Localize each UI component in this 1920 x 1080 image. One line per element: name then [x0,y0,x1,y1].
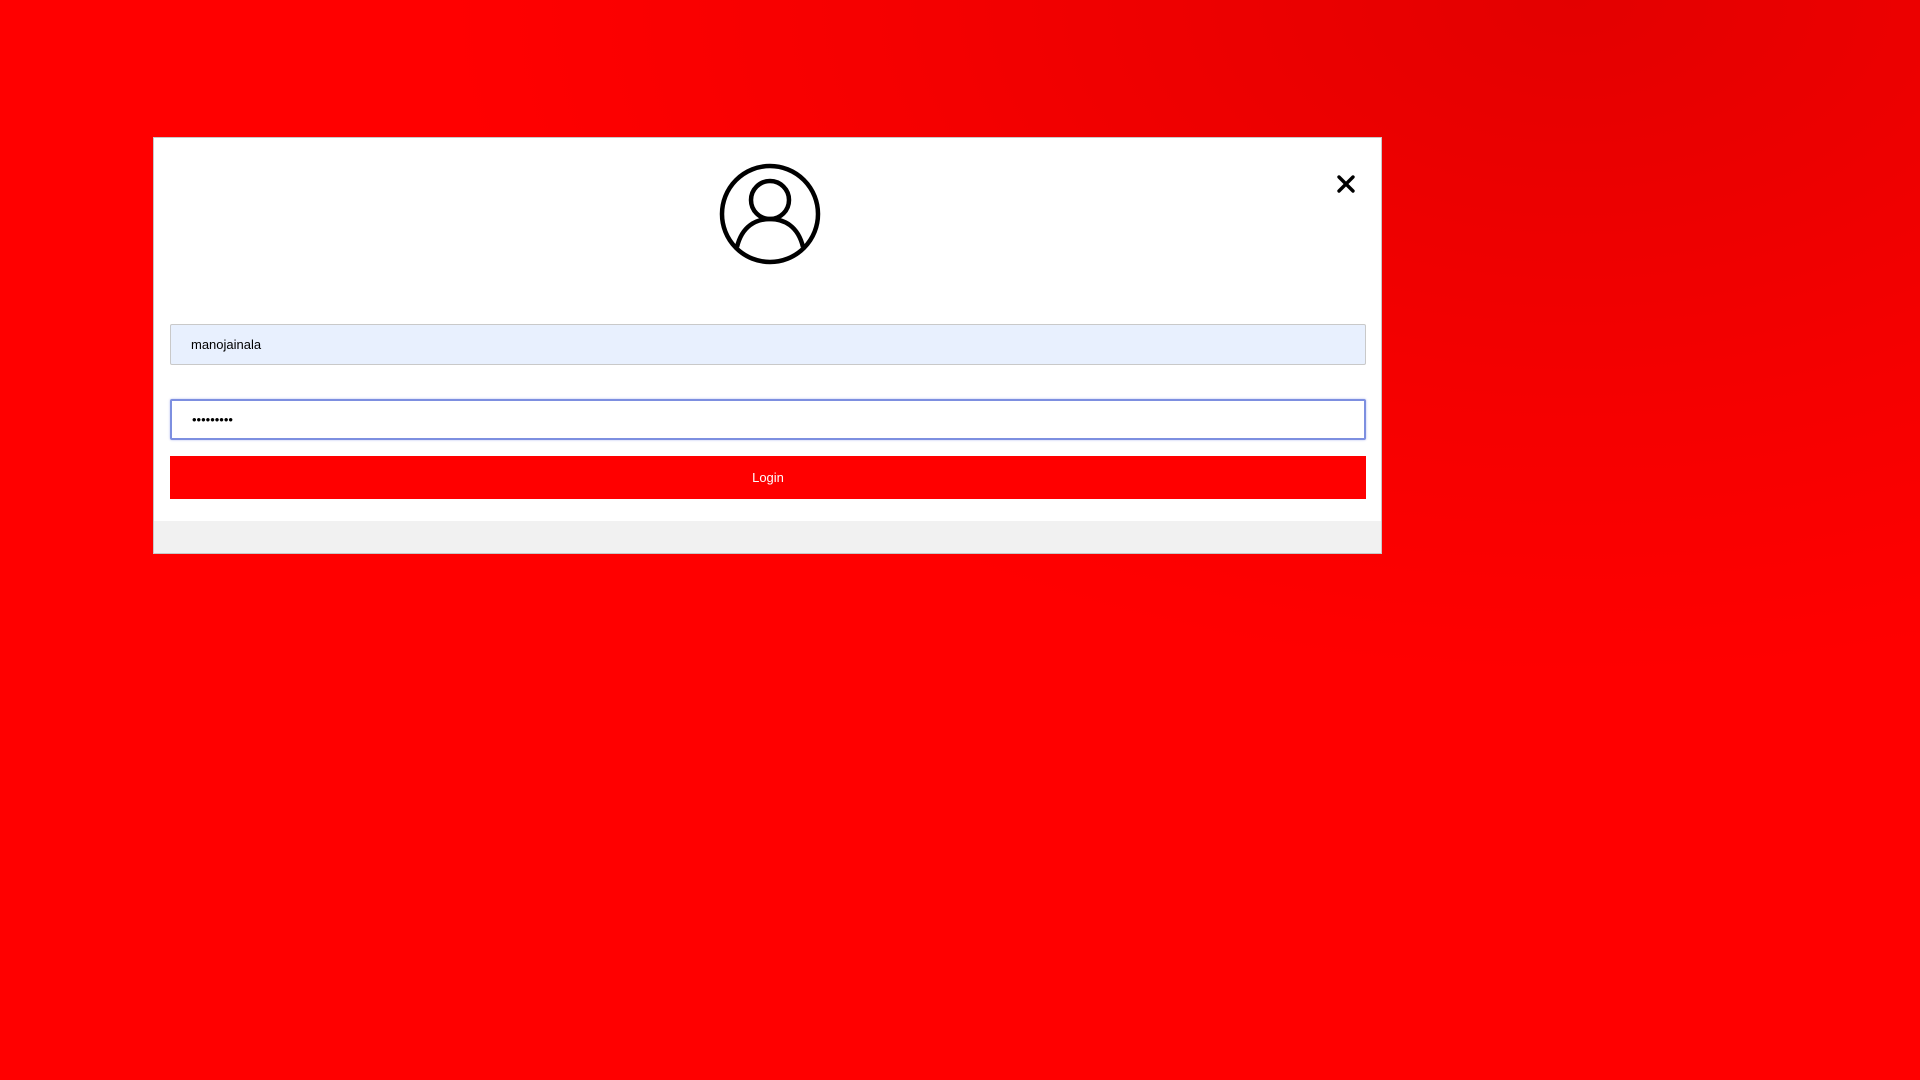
close-icon [1337,175,1355,193]
close-button[interactable] [1330,168,1362,200]
user-circle-icon [718,162,822,266]
password-input[interactable] [170,399,1366,440]
login-button[interactable]: Login [170,456,1366,499]
username-input[interactable] [170,324,1366,365]
modal-footer [154,521,1381,553]
login-modal: Login [153,137,1382,554]
